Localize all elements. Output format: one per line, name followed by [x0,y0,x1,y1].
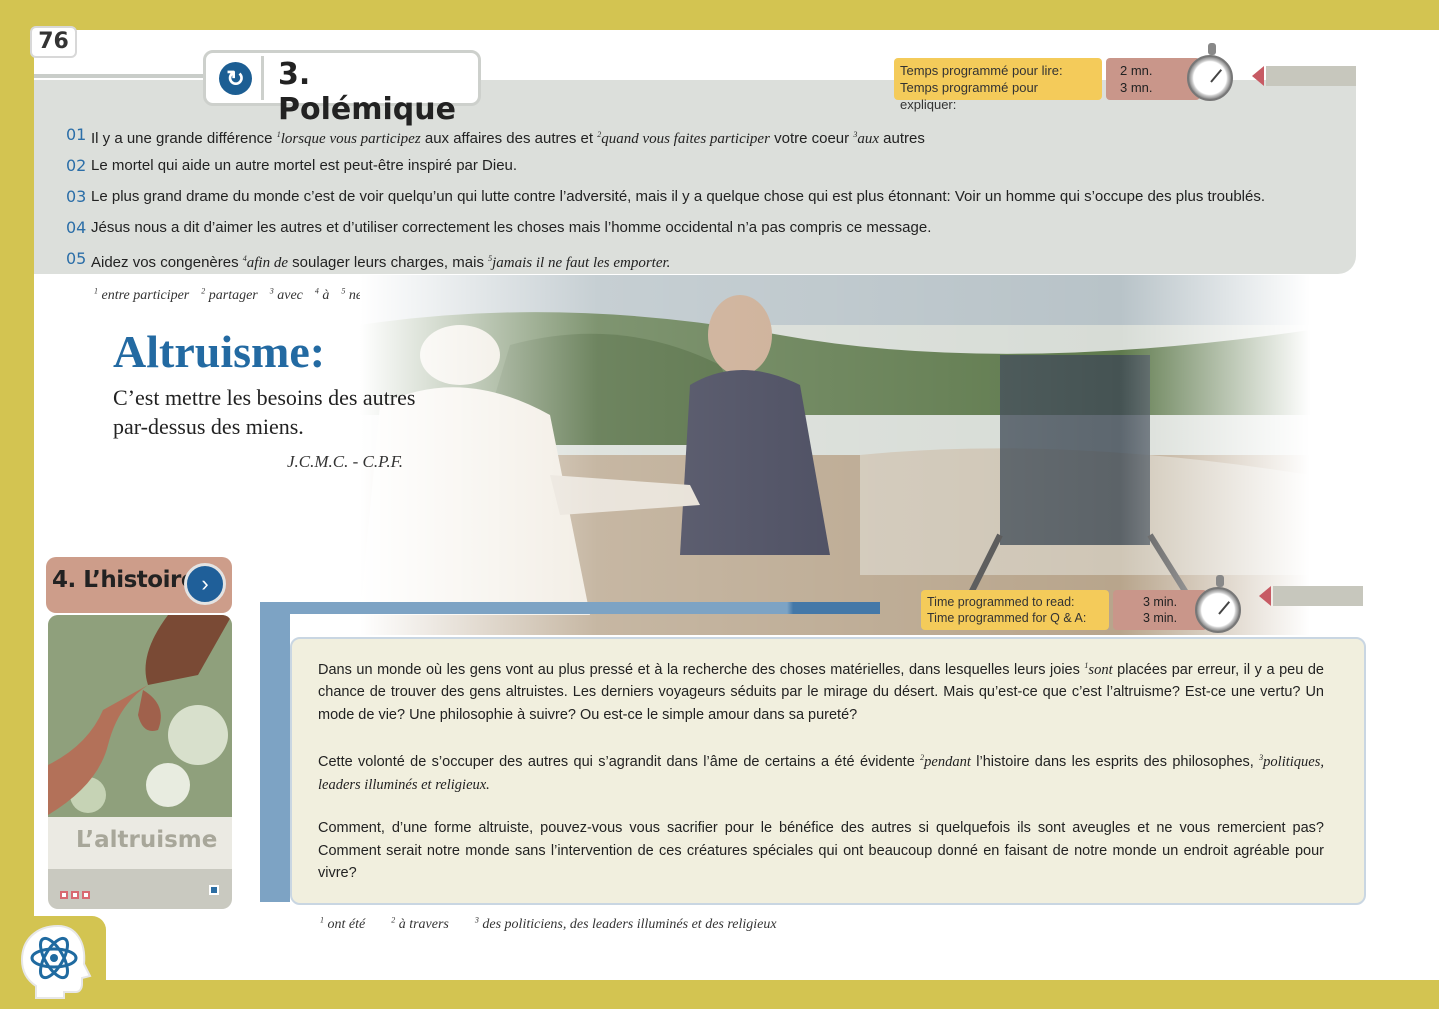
story-paragraph: Cette volonté de s’occuper des autres qu… [318,747,1324,796]
header-icon-box: ↻ [212,56,264,100]
text: Aidez vos congenères [91,254,243,271]
story-card[interactable]: L’altruisme [48,615,232,909]
page-number: 76 [30,26,77,58]
quote-title: Altruisme: [113,326,326,377]
footnote: 1 ont été [320,915,366,932]
time-read-value: 2 mn. [1120,63,1153,78]
time-labels-en: Time programmed to read: Time programmed… [921,590,1109,630]
footnote: 2 partager [201,286,258,303]
hands-photo [48,615,232,817]
dot[interactable] [82,891,90,899]
footnote: 3 avec [269,286,303,303]
story-paragraph: Comment, d’une forme altruiste, pouvez-v… [318,817,1324,885]
atom-head-icon[interactable] [18,922,98,1002]
line-text: Jésus nous a dit d’aimer les autres et d… [91,217,931,239]
italic-text: afin de [246,255,289,271]
footnote: 1 entre participer [94,286,190,303]
stopwatch-icon [1187,43,1233,101]
footnotes-section4: 1 ont été 2 à travers 3 des politiciens, d… [320,915,803,933]
footnote: 4 à [314,286,330,303]
story-text: Dans un monde où les gens vont au plus p… [318,655,1324,906]
italic-text: sont [1088,661,1113,678]
time-qa-value-en: 3 min. [1143,611,1178,625]
pagination-dots[interactable] [60,886,93,904]
section3-header: ↻ 3. Polémique [203,50,481,127]
frame-top-bar [260,602,880,614]
i-am-logo-icon: ↻ [219,62,252,95]
line-text: Le plus grand drame du monde c’est de vo… [91,186,1265,208]
progress-bar [1273,586,1363,606]
time-read-value-en: 3 min. [1143,595,1178,609]
line-text: Le mortel qui aide un autre mortel est p… [91,155,517,177]
polemique-line: 02 Le mortel qui aide un autre mortel est… [66,155,1346,186]
polemique-lines: 01 Il y a une grande différence 1lorsque … [66,124,1346,279]
text: Comment, d’une forme altruiste, pouvez-v… [318,820,1324,882]
line-number: 01 [66,125,87,144]
story-label-box: L’altruisme [48,817,232,869]
time-explain-label: Temps programmé pour expliquer: [900,80,1038,112]
time-values: 2 mn. 3 mn. [1106,58,1200,100]
line-text: Aidez vos congenères 4afin de soulager l… [91,248,670,274]
line-number: 02 [66,156,87,175]
time-explain-value: 3 mn. [1120,80,1153,95]
text: aux affaires des autres et [420,130,598,147]
text: Cette volonté de s’occuper des autres qu… [318,754,921,771]
text: Le mortel qui aide un autre mortel est p… [91,157,518,174]
section3-title: 3. Polémique [278,57,456,127]
line-number: 03 [66,187,87,206]
time-qa-label-en: Time programmed for Q & A: [927,611,1087,625]
section4-title: 4. L’histoire [52,567,196,593]
line-number: 05 [66,249,87,268]
frame-left-bar [260,602,290,902]
polemique-line: 01 Il y a une grande différence 1lorsque … [66,124,1346,155]
polemique-line: 04 Jésus nous a dit d’aimer les autres et… [66,217,1346,248]
arrow-left-icon[interactable] [1252,66,1264,86]
italic-text: lorsque vous participez [280,131,421,147]
line-text: Il y a une grande différence 1lorsque vo… [91,124,925,150]
text: soulager leurs charges, mais [288,254,489,271]
photo-couple [360,275,1310,635]
italic-text: jamais il ne faut les emporter. [492,255,671,271]
stopwatch-icon [1195,575,1241,633]
text: Il y a une grande différence [91,130,277,147]
text: Jésus nous a dit d’aimer les autres et d… [91,219,932,236]
italic-text: quand vous faites participer [601,131,770,147]
dot[interactable] [60,891,68,899]
story-label: L’altruisme [76,827,218,853]
italic-text: aux [857,131,879,147]
text: autres [878,130,925,147]
time-values-en: 3 min. 3 min. [1113,590,1207,630]
dot-active[interactable] [209,885,219,895]
story-paragraph: Dans un monde où les gens vont au plus p… [318,655,1324,726]
text: l’histoire dans les esprits des philosop… [970,754,1260,771]
italic-text: pendant [924,754,971,771]
dot[interactable] [71,891,79,899]
section4-tab: 4. L’histoire › [46,557,232,613]
text: Le plus grand drame du monde c’est de vo… [91,188,1266,205]
header-rule [34,74,206,78]
text: votre coeur [769,130,854,147]
time-labels: Temps programmé pour lire: Temps program… [894,58,1102,112]
arrow-left-icon[interactable] [1259,586,1271,606]
progress-bar [1266,66,1356,86]
quote-text: C’est mettre les besoins des autres par-… [113,385,416,439]
time-read-label-en: Time programmed to read: [927,595,1075,609]
quote-author: J.C.M.C. - C.P.F. [287,452,404,471]
footnote: 3 des politiciens, des leaders illuminés… [474,915,777,932]
chevron-right-icon[interactable]: › [184,563,226,605]
polemique-line: 03 Le plus grand drame du monde c’est de … [66,186,1346,217]
text: Dans un monde où les gens vont au plus p… [318,661,1085,678]
time-read-label: Temps programmé pour lire: [900,63,1063,78]
line-number: 04 [66,218,87,237]
footnote: 2 à travers [391,915,449,932]
